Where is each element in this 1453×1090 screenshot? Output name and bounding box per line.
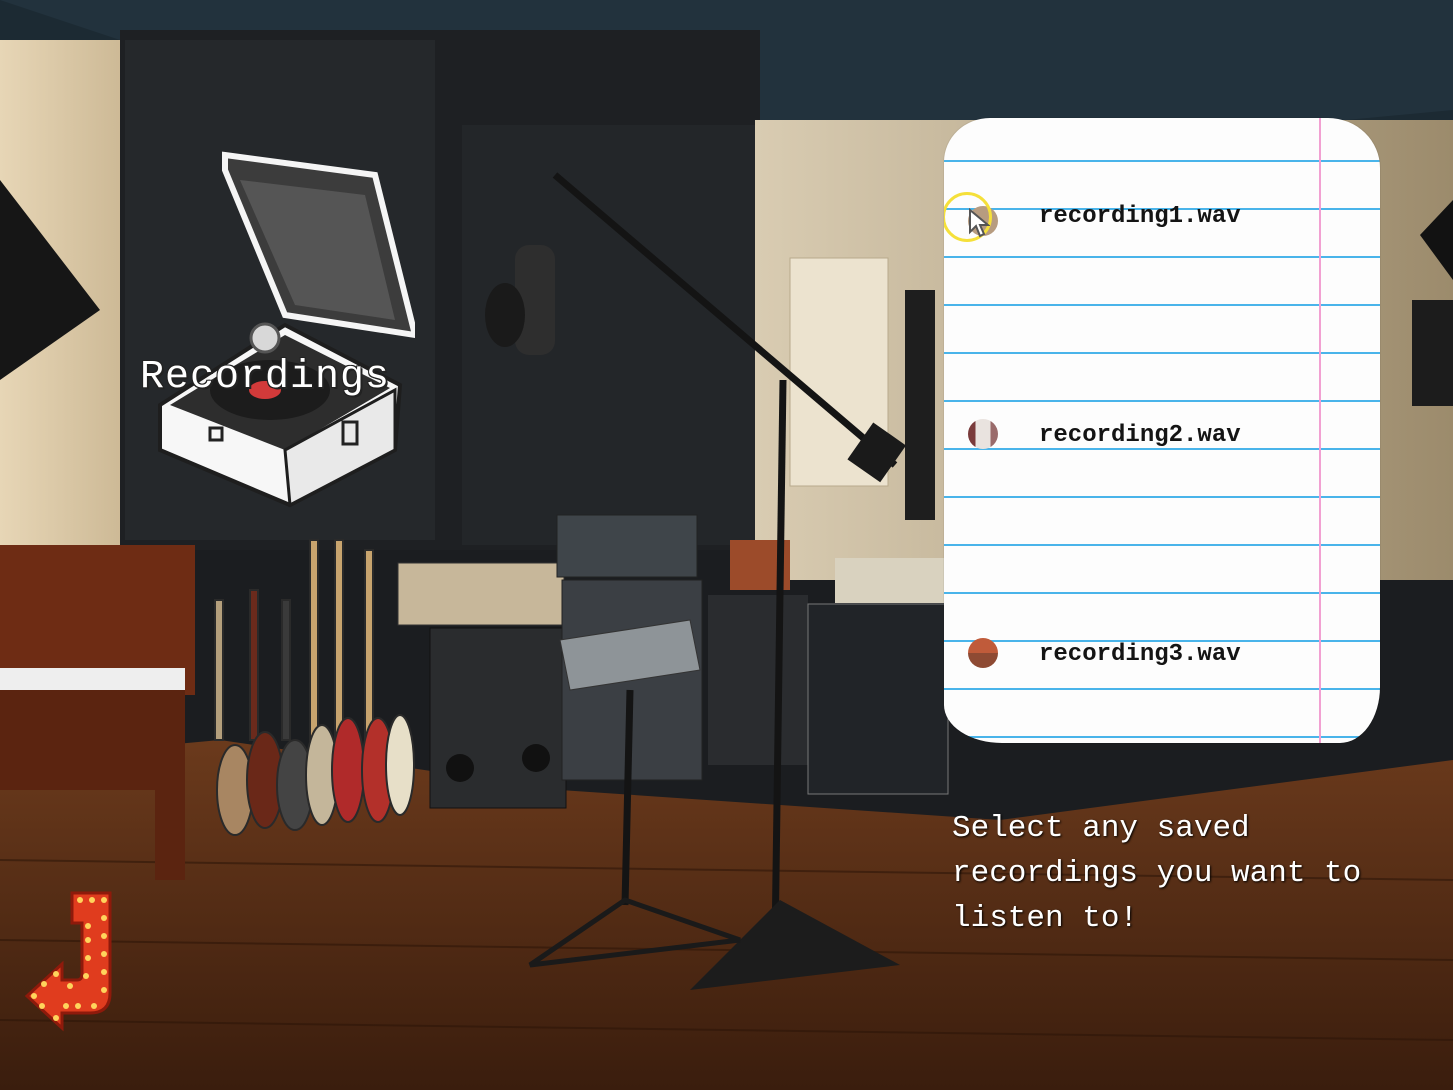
instruction-text: Select any saved recordings you want to … bbox=[952, 811, 1362, 936]
recording-item-2[interactable]: recording2.wav bbox=[944, 413, 1364, 457]
recording-item-1[interactable]: recording1.wav bbox=[944, 192, 1364, 242]
screen-title: Recordings bbox=[140, 355, 391, 400]
recording-2-marker-icon bbox=[968, 419, 998, 449]
recording-3-label: recording3.wav bbox=[1039, 641, 1241, 668]
record-player-icon bbox=[158, 151, 415, 508]
back-arrow-icon[interactable] bbox=[22, 888, 122, 1033]
recording-2-label: recording2.wav bbox=[1039, 422, 1241, 449]
recording-1-label: recording1.wav bbox=[1039, 203, 1241, 230]
recording-item-3[interactable]: recording3.wav bbox=[944, 632, 1364, 676]
mouse-cursor-icon bbox=[969, 208, 990, 238]
recordings-list-panel: recording1.wav recording2.wav recording3… bbox=[944, 118, 1380, 743]
recording-3-marker-icon bbox=[968, 638, 998, 668]
